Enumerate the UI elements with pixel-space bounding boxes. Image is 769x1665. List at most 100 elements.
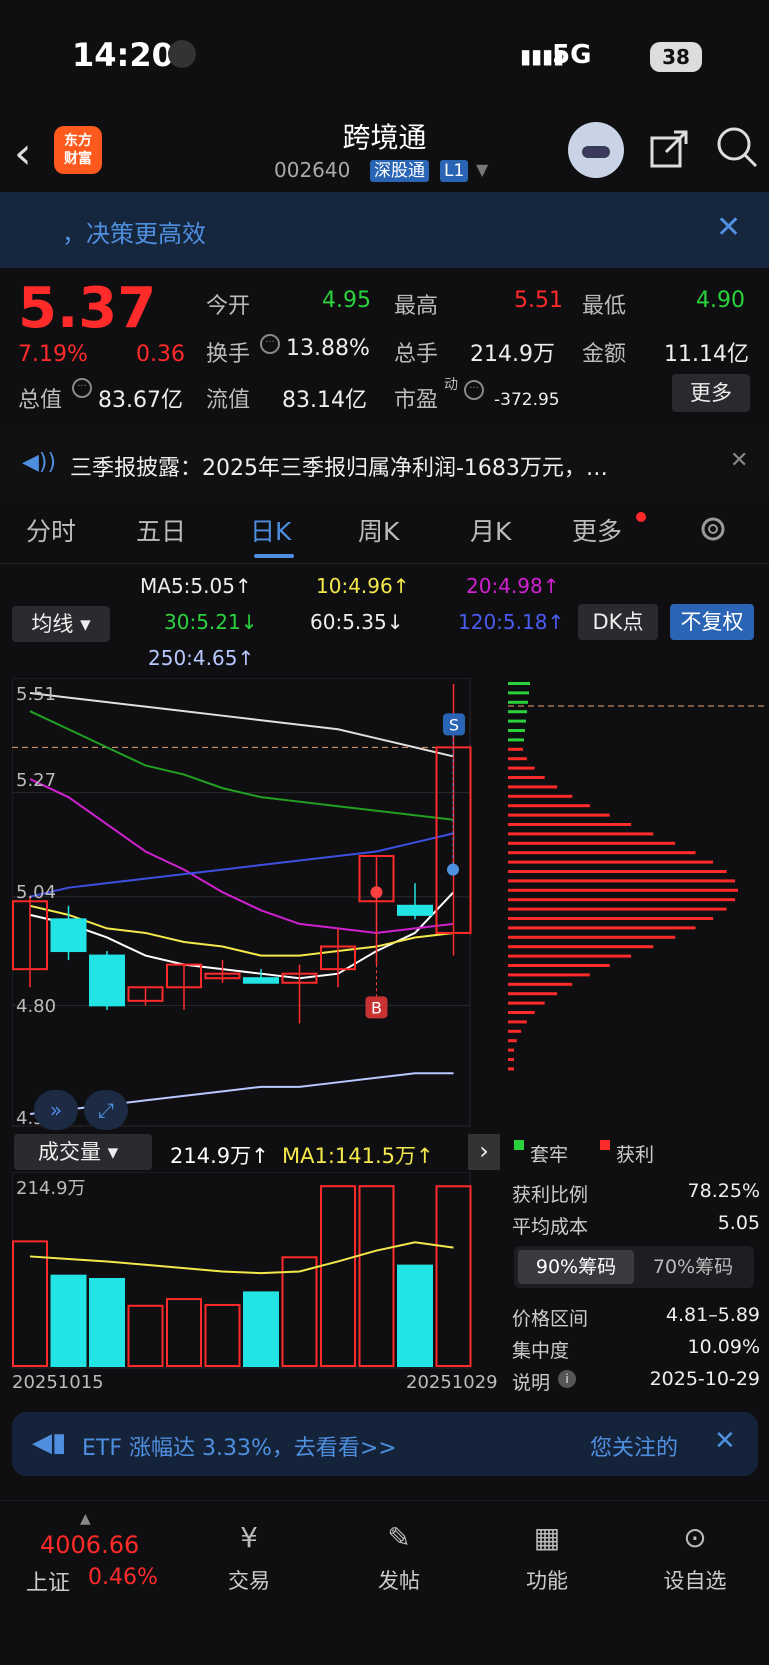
active-tab-indicator <box>254 554 294 558</box>
chip-bar <box>508 964 610 967</box>
chevron-up-icon[interactable]: ▲ <box>80 1511 91 1527</box>
robot-assistant-icon[interactable] <box>568 122 624 178</box>
notification-dot <box>636 512 646 522</box>
expand-right-icon[interactable]: » <box>34 1090 78 1130</box>
low-label: 最低 <box>582 294 627 319</box>
chip-bar <box>508 804 590 808</box>
info-icon[interactable]: ··· <box>72 378 92 398</box>
axis-tick-label: 5.04 <box>16 882 57 903</box>
tab-chip-90[interactable]: 90%筹码 <box>518 1250 634 1284</box>
close-icon[interactable]: ✕ <box>730 448 748 473</box>
high-value: 5.51 <box>514 288 563 313</box>
period-tabs: 分时 五日 日K 周K 月K 更多 <box>0 498 769 564</box>
tab-more[interactable]: 更多 <box>572 512 622 548</box>
chevron-right-icon[interactable]: › <box>468 1134 500 1170</box>
buy-signal-label: B <box>371 998 382 1017</box>
etf-banner-right-text: 您关注的 <box>590 1436 679 1461</box>
tab-timeshare[interactable]: 分时 <box>26 512 76 548</box>
price-range-value: 4.81–5.89 <box>665 1304 760 1326</box>
chip-bar <box>508 1001 545 1005</box>
post-edit-icon[interactable]: ✎ <box>376 1521 422 1561</box>
volume-chart[interactable] <box>12 1172 502 1370</box>
settings-gear-icon[interactable] <box>696 512 730 546</box>
announcement-bar[interactable]: ◀)) 三季报披露：2025年三季报归属净利润-1683万元，… ✕ <box>0 430 769 498</box>
signal-dot <box>370 886 383 899</box>
promo-text: ，决策更高效 <box>62 220 206 248</box>
candlestick-chart[interactable]: SB <box>12 678 502 1132</box>
chip-bar <box>508 1029 522 1033</box>
volume-ma-value: MA1:141.5万↑ <box>282 1144 434 1168</box>
chip-bar <box>508 973 590 977</box>
note-label: 说明 <box>512 1372 551 1394</box>
chip-bar <box>508 879 736 883</box>
ma5-label: MA5:5.05↑ <box>140 574 252 598</box>
fullscreen-icon[interactable]: ⤢ <box>84 1090 128 1130</box>
chip-bar <box>508 982 573 986</box>
exchange-tag: 深股通 <box>370 160 429 182</box>
tab-daily-k[interactable]: 日K <box>250 512 291 548</box>
function-grid-icon[interactable]: ▦ <box>524 1521 570 1561</box>
volume-bar <box>281 1256 318 1367</box>
info-icon[interactable]: i <box>558 1370 576 1388</box>
more-dots-icon[interactable]: ⊙ <box>672 1521 718 1561</box>
dk-point-button[interactable]: DK点 <box>578 604 658 640</box>
status-time: 14:20 <box>72 36 174 74</box>
volume-bar <box>89 1278 125 1367</box>
volume-bar <box>50 1274 87 1367</box>
trade-yen-icon[interactable]: ¥ <box>226 1521 272 1561</box>
close-icon[interactable]: ✕ <box>714 1426 736 1456</box>
chip-bar <box>508 954 632 958</box>
chevron-down-icon[interactable]: ▼ <box>476 160 488 179</box>
share-icon[interactable] <box>648 126 692 170</box>
indicator-selector[interactable]: 均线 ▾ <box>12 606 110 642</box>
ma-line-ma120 <box>29 832 454 898</box>
tab-monthly-k[interactable]: 月K <box>470 512 511 548</box>
trap-legend-label: 套牢 <box>530 1144 569 1166</box>
etf-banner[interactable]: ◀▮ ETF 涨幅达 3.33%，去看看>> 您关注的 ✕ <box>12 1412 758 1476</box>
chip-bar <box>508 860 714 864</box>
nav-function-label[interactable]: 功能 <box>492 1565 602 1595</box>
speaker-icon: ◀)) <box>22 450 57 475</box>
bottom-nav: ▲ 4006.66 上证 0.46% ¥ 交易 ✎ 发帖 ▦ 功能 ⊙ 设自选 <box>0 1500 769 1665</box>
chip-stats: 获利比例 78.25% 平均成本 5.05 90%筹码 70%筹码 价格区间 4… <box>512 1180 760 1394</box>
tab-weekly-k[interactable]: 周K <box>358 512 399 548</box>
chip-bar <box>508 898 736 902</box>
chip-bar <box>508 926 696 930</box>
index-name: 上证 <box>26 1571 71 1596</box>
volume-bar <box>127 1304 164 1367</box>
chip-bar <box>508 823 632 826</box>
level-tag: L1 <box>440 160 469 182</box>
note-date: 2025-10-29 <box>649 1368 760 1390</box>
nav-trade-label[interactable]: 交易 <box>194 1565 304 1595</box>
amount-value: 11.14亿 <box>664 342 749 367</box>
ma30-label: 30:5.21↓ <box>164 610 258 634</box>
chip-bar <box>508 888 738 892</box>
info-icon[interactable]: ··· <box>260 334 280 354</box>
change-percent: 7.19% <box>18 342 88 367</box>
volume-ma-line <box>29 1241 454 1275</box>
promo-banner[interactable]: ，决策更高效 ✕ <box>0 192 769 268</box>
adjustment-button[interactable]: 不复权 <box>670 604 754 640</box>
volume-selector[interactable]: 成交量 ▾ <box>14 1134 152 1170</box>
chip-bar <box>508 719 526 723</box>
profit-ratio-value: 78.25% <box>687 1180 760 1202</box>
chip-bar <box>508 785 558 789</box>
search-icon[interactable] <box>714 124 760 170</box>
info-icon[interactable]: ··· <box>464 380 484 400</box>
nav-watchlist-label[interactable]: 设自选 <box>640 1565 750 1595</box>
index-value[interactable]: 4006.66 <box>40 1531 139 1559</box>
chip-bar <box>508 766 535 770</box>
close-icon[interactable]: ✕ <box>716 210 741 245</box>
network-label: 5G <box>552 40 592 70</box>
more-button[interactable]: 更多 <box>672 374 750 412</box>
amount-label: 金额 <box>582 342 627 367</box>
etf-banner-text: ETF 涨幅达 3.33%，去看看>> <box>82 1436 397 1461</box>
nav-post-label[interactable]: 发帖 <box>344 1565 454 1595</box>
concentration-label: 集中度 <box>512 1340 570 1362</box>
tab-five-day[interactable]: 五日 <box>136 512 186 548</box>
audio-icon <box>168 40 196 68</box>
index-percent: 0.46% <box>88 1565 158 1590</box>
chip-distribution-chart <box>508 682 764 1071</box>
tab-chip-70[interactable]: 70%筹码 <box>636 1250 750 1284</box>
mktcap-value: 83.67亿 <box>98 388 183 413</box>
